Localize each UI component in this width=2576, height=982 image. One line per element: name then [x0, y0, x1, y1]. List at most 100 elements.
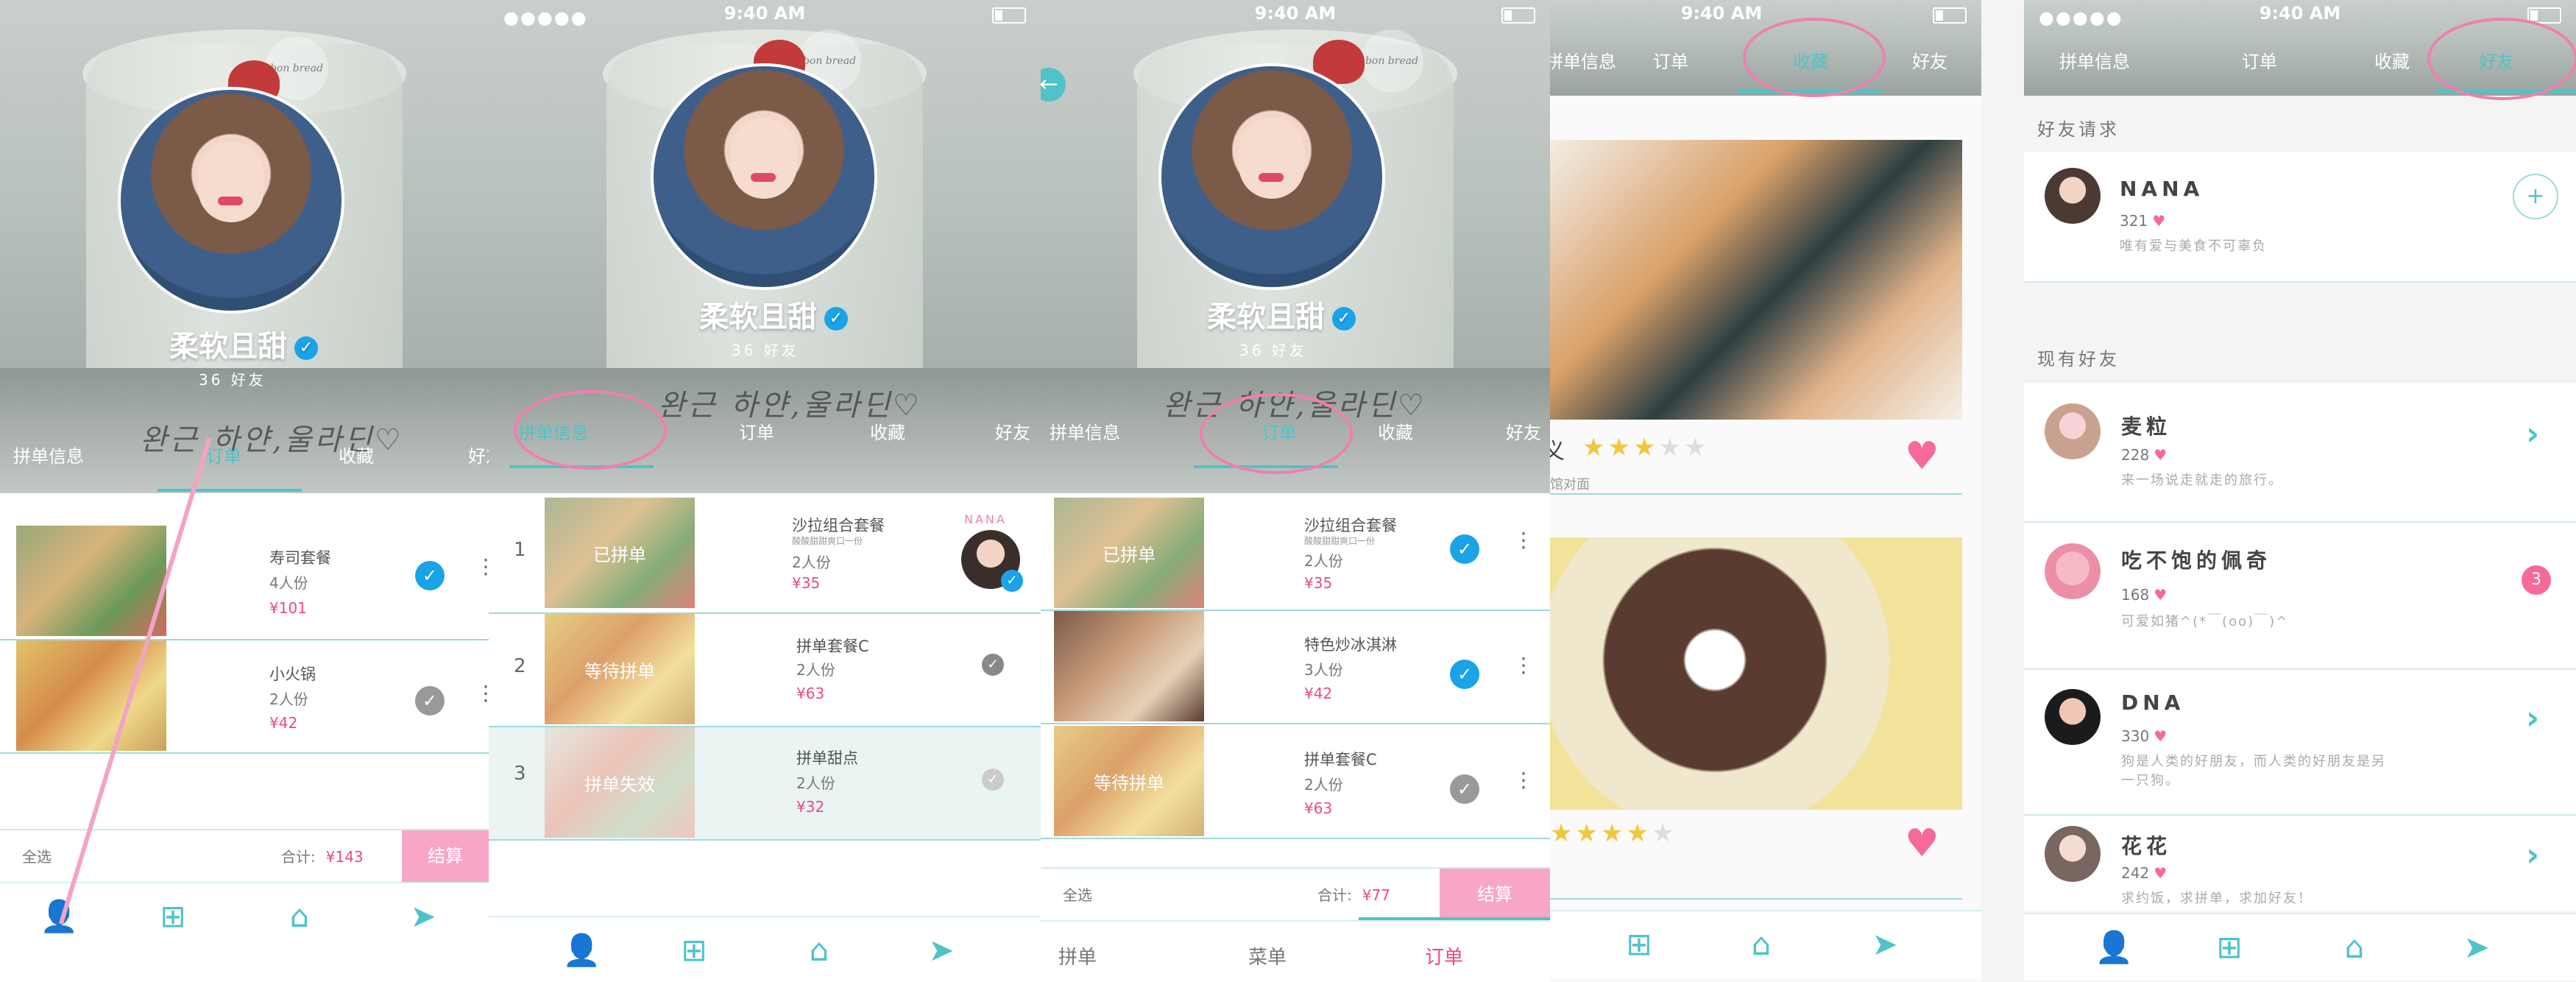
more-icon[interactable]: ⋮ — [475, 683, 489, 716]
checkbox-checked-icon[interactable]: ✓ — [415, 561, 445, 590]
checkout-button[interactable]: 结算 — [402, 830, 489, 882]
grid-icon[interactable]: ⊞ — [155, 898, 191, 935]
pindan-item[interactable]: 2 等待拼单 拼单套餐C 2人份 ¥63 ✓ — [489, 614, 1041, 727]
friend-likes: 228 ♥ — [2121, 446, 2168, 464]
checkout-button[interactable]: 结算 — [1440, 869, 1550, 920]
nav-pindan[interactable]: 拼单 — [1058, 942, 1097, 969]
fav-card[interactable]: ★★★★★ ♥ — [1550, 515, 1981, 900]
chevron-right-icon[interactable]: › — [2526, 836, 2539, 874]
friends-count: 36 好友 — [199, 371, 266, 389]
tab-friend[interactable]: 好友 — [1506, 418, 1541, 444]
checkbox-unchecked-icon[interactable]: ✓ — [1450, 774, 1479, 804]
friend-row[interactable]: 花花 242 ♥ 求约饭，求拼单，求加好友！ › — [2024, 816, 2576, 911]
send-icon[interactable]: ➤ — [1866, 926, 1903, 963]
heart-icon[interactable]: ♥ — [1905, 822, 1939, 866]
verified-icon: ✓ — [1001, 570, 1023, 592]
tab-pindan[interactable]: 拼单信息 — [13, 442, 84, 467]
select-all[interactable]: 全选 — [22, 845, 52, 866]
order-item[interactable]: 已拼单 沙拉组合套餐 酸酸甜甜爽口一份 2人份 ¥35 ✓ ⋮ — [1041, 496, 1550, 611]
grid-icon[interactable]: ⊞ — [2211, 929, 2248, 966]
profile-icon[interactable]: 👤 — [40, 898, 78, 935]
item-desc: 酸酸甜甜爽口一份 — [792, 536, 863, 546]
highlight-circle — [2427, 18, 2576, 100]
screen-friends: ●●●●● 9:40 AM 拼单信息 订单 收藏 好友 好友请求 NANA 321… — [2024, 0, 2576, 982]
grid-icon[interactable]: ⊞ — [676, 932, 712, 969]
tab-fav[interactable]: 收藏 — [870, 418, 905, 444]
item-desc: 酸酸甜甜爽口一份 — [1304, 536, 1376, 546]
avatar[interactable] — [118, 87, 344, 314]
tab-friend[interactable]: 好友 — [468, 442, 489, 467]
verified-icon: ✓ — [824, 307, 848, 331]
item-portion: 4人份 — [269, 574, 308, 592]
item-image: 等待拼单 — [545, 614, 695, 724]
tab-order[interactable]: 订单 — [2242, 47, 2277, 73]
cart-item[interactable]: 小火锅 2人份 ¥42 ✓ ⋮ — [0, 640, 489, 754]
friend-row[interactable]: 吃不饱的佩奇 168 ♥ 可爱如猪^(*￣(oo)￣)^ 3 — [2024, 523, 2576, 670]
tab-pindan[interactable]: 拼单信息 — [1550, 47, 1616, 73]
send-icon[interactable]: ➤ — [923, 932, 960, 969]
item-price: ¥63 — [796, 685, 825, 702]
item-price: ¥63 — [1304, 799, 1333, 817]
friend-name: 吃不饱的佩奇 — [2121, 548, 2272, 573]
checkbox-checked-icon[interactable]: ✓ — [1450, 534, 1479, 564]
item-index: 1 — [514, 539, 526, 561]
item-status: 已拼单 — [1054, 498, 1204, 608]
tab-fav[interactable]: 收藏 — [1378, 418, 1413, 444]
home-icon[interactable]: ⌂ — [2336, 929, 2373, 966]
home-icon[interactable]: ⌂ — [801, 932, 838, 969]
item-status: 等待拼单 — [545, 614, 695, 724]
nav-order[interactable]: 订单 — [1425, 942, 1463, 969]
profile-icon[interactable]: 👤 — [562, 932, 601, 969]
more-icon[interactable]: ⋮ — [475, 557, 489, 589]
avatar[interactable] — [651, 63, 877, 290]
fav-card[interactable]: ★★★★★ 义 馆对面 ♥ — [1550, 118, 1981, 501]
unread-badge: 3 — [2522, 565, 2551, 595]
item-portion: 2人份 — [792, 554, 831, 571]
screen-pindan-list: bon bread 柔软且甜 ✓ 36 好友 완근 하얀,울라딘♡ ●●●●● 9:… — [489, 0, 1041, 982]
food-photo — [1550, 537, 1962, 810]
grid-icon[interactable]: ⊞ — [1621, 926, 1657, 963]
status-bar: 9:40 AM — [1041, 0, 1550, 29]
friend-row[interactable]: DNA 330 ♥ 狗是人类的好朋友，而人类的好朋友是另 一只狗。 › — [2024, 670, 2576, 816]
home-icon[interactable]: ⌂ — [1743, 926, 1780, 963]
more-icon[interactable]: ⋮ — [1513, 655, 1534, 688]
seller-avatar[interactable]: ✓ — [961, 530, 1023, 592]
cart-item[interactable]: 寿司套餐 4人份 ¥101 ✓ ⋮ — [0, 523, 489, 640]
tab-indicator — [158, 489, 302, 492]
order-item[interactable]: 等待拼单 拼单套餐C 2人份 ¥63 ✓ ⋮ — [1041, 724, 1550, 839]
tab-pindan[interactable]: 拼单信息 — [1050, 418, 1120, 444]
tab-order[interactable]: 订单 — [739, 418, 774, 444]
checkbox-unchecked-icon[interactable]: ✓ — [415, 686, 445, 716]
chevron-right-icon[interactable]: › — [2526, 415, 2539, 453]
tab-pindan[interactable]: 拼单信息 — [2059, 47, 2130, 73]
tab-fav[interactable]: 收藏 — [339, 442, 374, 467]
friend-row[interactable]: 麦粒 228 ♥ 来一场说走就走的旅行。 › — [2024, 383, 2576, 523]
send-icon[interactable]: ➤ — [405, 898, 442, 935]
profile-icon[interactable]: 👤 — [2095, 929, 2133, 966]
pindan-item[interactable]: 3 拼单失效 拼单甜点 2人份 ¥32 ✓ — [489, 727, 1041, 841]
tab-order[interactable]: 订单 — [1653, 47, 1688, 73]
checkbox-checked-icon[interactable]: ✓ — [1450, 660, 1479, 689]
friend-request-row[interactable]: NANA 321 ♥ 唯有爱与美食不可辜负 + — [2024, 152, 2576, 283]
pindan-item[interactable]: 1 已拼单 沙拉组合套餐 酸酸甜甜爽口一份 2人份 ¥35 NANA ✓ — [489, 496, 1041, 614]
cart-total: 合计: ¥143 — [281, 848, 364, 866]
avatar[interactable] — [1158, 63, 1385, 290]
tab-friend[interactable]: 好友 — [1912, 47, 1947, 73]
item-name: 小火锅 — [269, 665, 316, 683]
select-all[interactable]: 全选 — [1063, 883, 1092, 905]
checkbox-icon[interactable]: ✓ — [982, 654, 1004, 676]
tab-fav[interactable]: 收藏 — [2374, 47, 2410, 73]
tab-order[interactable]: 订单 — [206, 442, 241, 467]
item-image: 已拼单 — [545, 498, 695, 608]
tab-friend[interactable]: 好友 — [995, 418, 1030, 444]
chevron-right-icon[interactable]: › — [2526, 699, 2539, 737]
send-icon[interactable]: ➤ — [2458, 929, 2495, 966]
nav-menu[interactable]: 菜单 — [1248, 942, 1287, 969]
add-friend-icon[interactable]: + — [2513, 174, 2558, 219]
more-icon[interactable]: ⋮ — [1513, 770, 1534, 802]
item-image: 已拼单 — [1054, 498, 1204, 608]
home-icon[interactable]: ⌂ — [281, 898, 318, 935]
heart-icon[interactable]: ♥ — [1905, 434, 1939, 478]
order-item[interactable]: 特色炒冰淇淋 3人份 ¥42 ✓ ⋮ — [1041, 611, 1550, 724]
more-icon[interactable]: ⋮ — [1513, 530, 1534, 562]
